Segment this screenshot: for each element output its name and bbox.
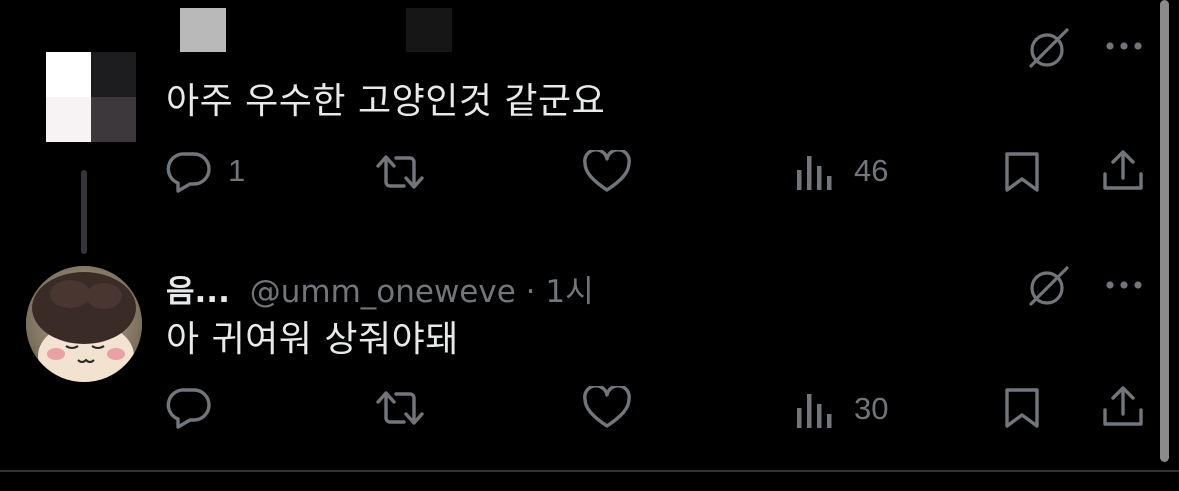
grok-icon[interactable]	[1025, 262, 1073, 310]
bookmark-icon[interactable]	[1002, 386, 1042, 430]
more-icon[interactable]	[1104, 279, 1146, 291]
redacted-name-block	[180, 8, 226, 52]
handle[interactable]: @umm_oneweve	[250, 274, 516, 310]
tweet-header: 음... @umm_oneweve · 1시	[166, 266, 594, 311]
like-icon[interactable]	[582, 386, 632, 430]
timestamp[interactable]: 1시	[545, 274, 593, 310]
avatar[interactable]	[46, 52, 136, 142]
thread-line	[81, 170, 87, 254]
view-count: 46	[854, 153, 889, 188]
views-icon[interactable]	[795, 152, 835, 192]
divider	[0, 470, 1179, 472]
share-icon[interactable]	[1100, 148, 1146, 194]
share-icon[interactable]	[1100, 384, 1146, 430]
like-icon[interactable]	[582, 150, 632, 194]
display-name[interactable]: 음...	[166, 274, 230, 310]
retweet-icon[interactable]	[374, 150, 426, 194]
bookmark-icon[interactable]	[1002, 150, 1042, 194]
reply-icon[interactable]	[166, 150, 214, 194]
avatar[interactable]	[26, 266, 142, 382]
grok-icon[interactable]	[1025, 24, 1073, 72]
redacted-name-block	[406, 8, 452, 52]
reply-count: 1	[228, 153, 246, 188]
separator: ·	[525, 274, 536, 310]
scrollbar[interactable]	[1160, 0, 1169, 462]
retweet-icon[interactable]	[374, 386, 426, 430]
reply-icon[interactable]	[166, 386, 214, 430]
tweet-text: 아주 우수한 고양인것 같군요	[166, 81, 606, 122]
view-count: 30	[854, 391, 889, 426]
views-icon[interactable]	[795, 390, 835, 430]
tweet-text: 아 귀여워 상줘야돼	[166, 319, 459, 360]
more-icon[interactable]	[1104, 40, 1146, 52]
